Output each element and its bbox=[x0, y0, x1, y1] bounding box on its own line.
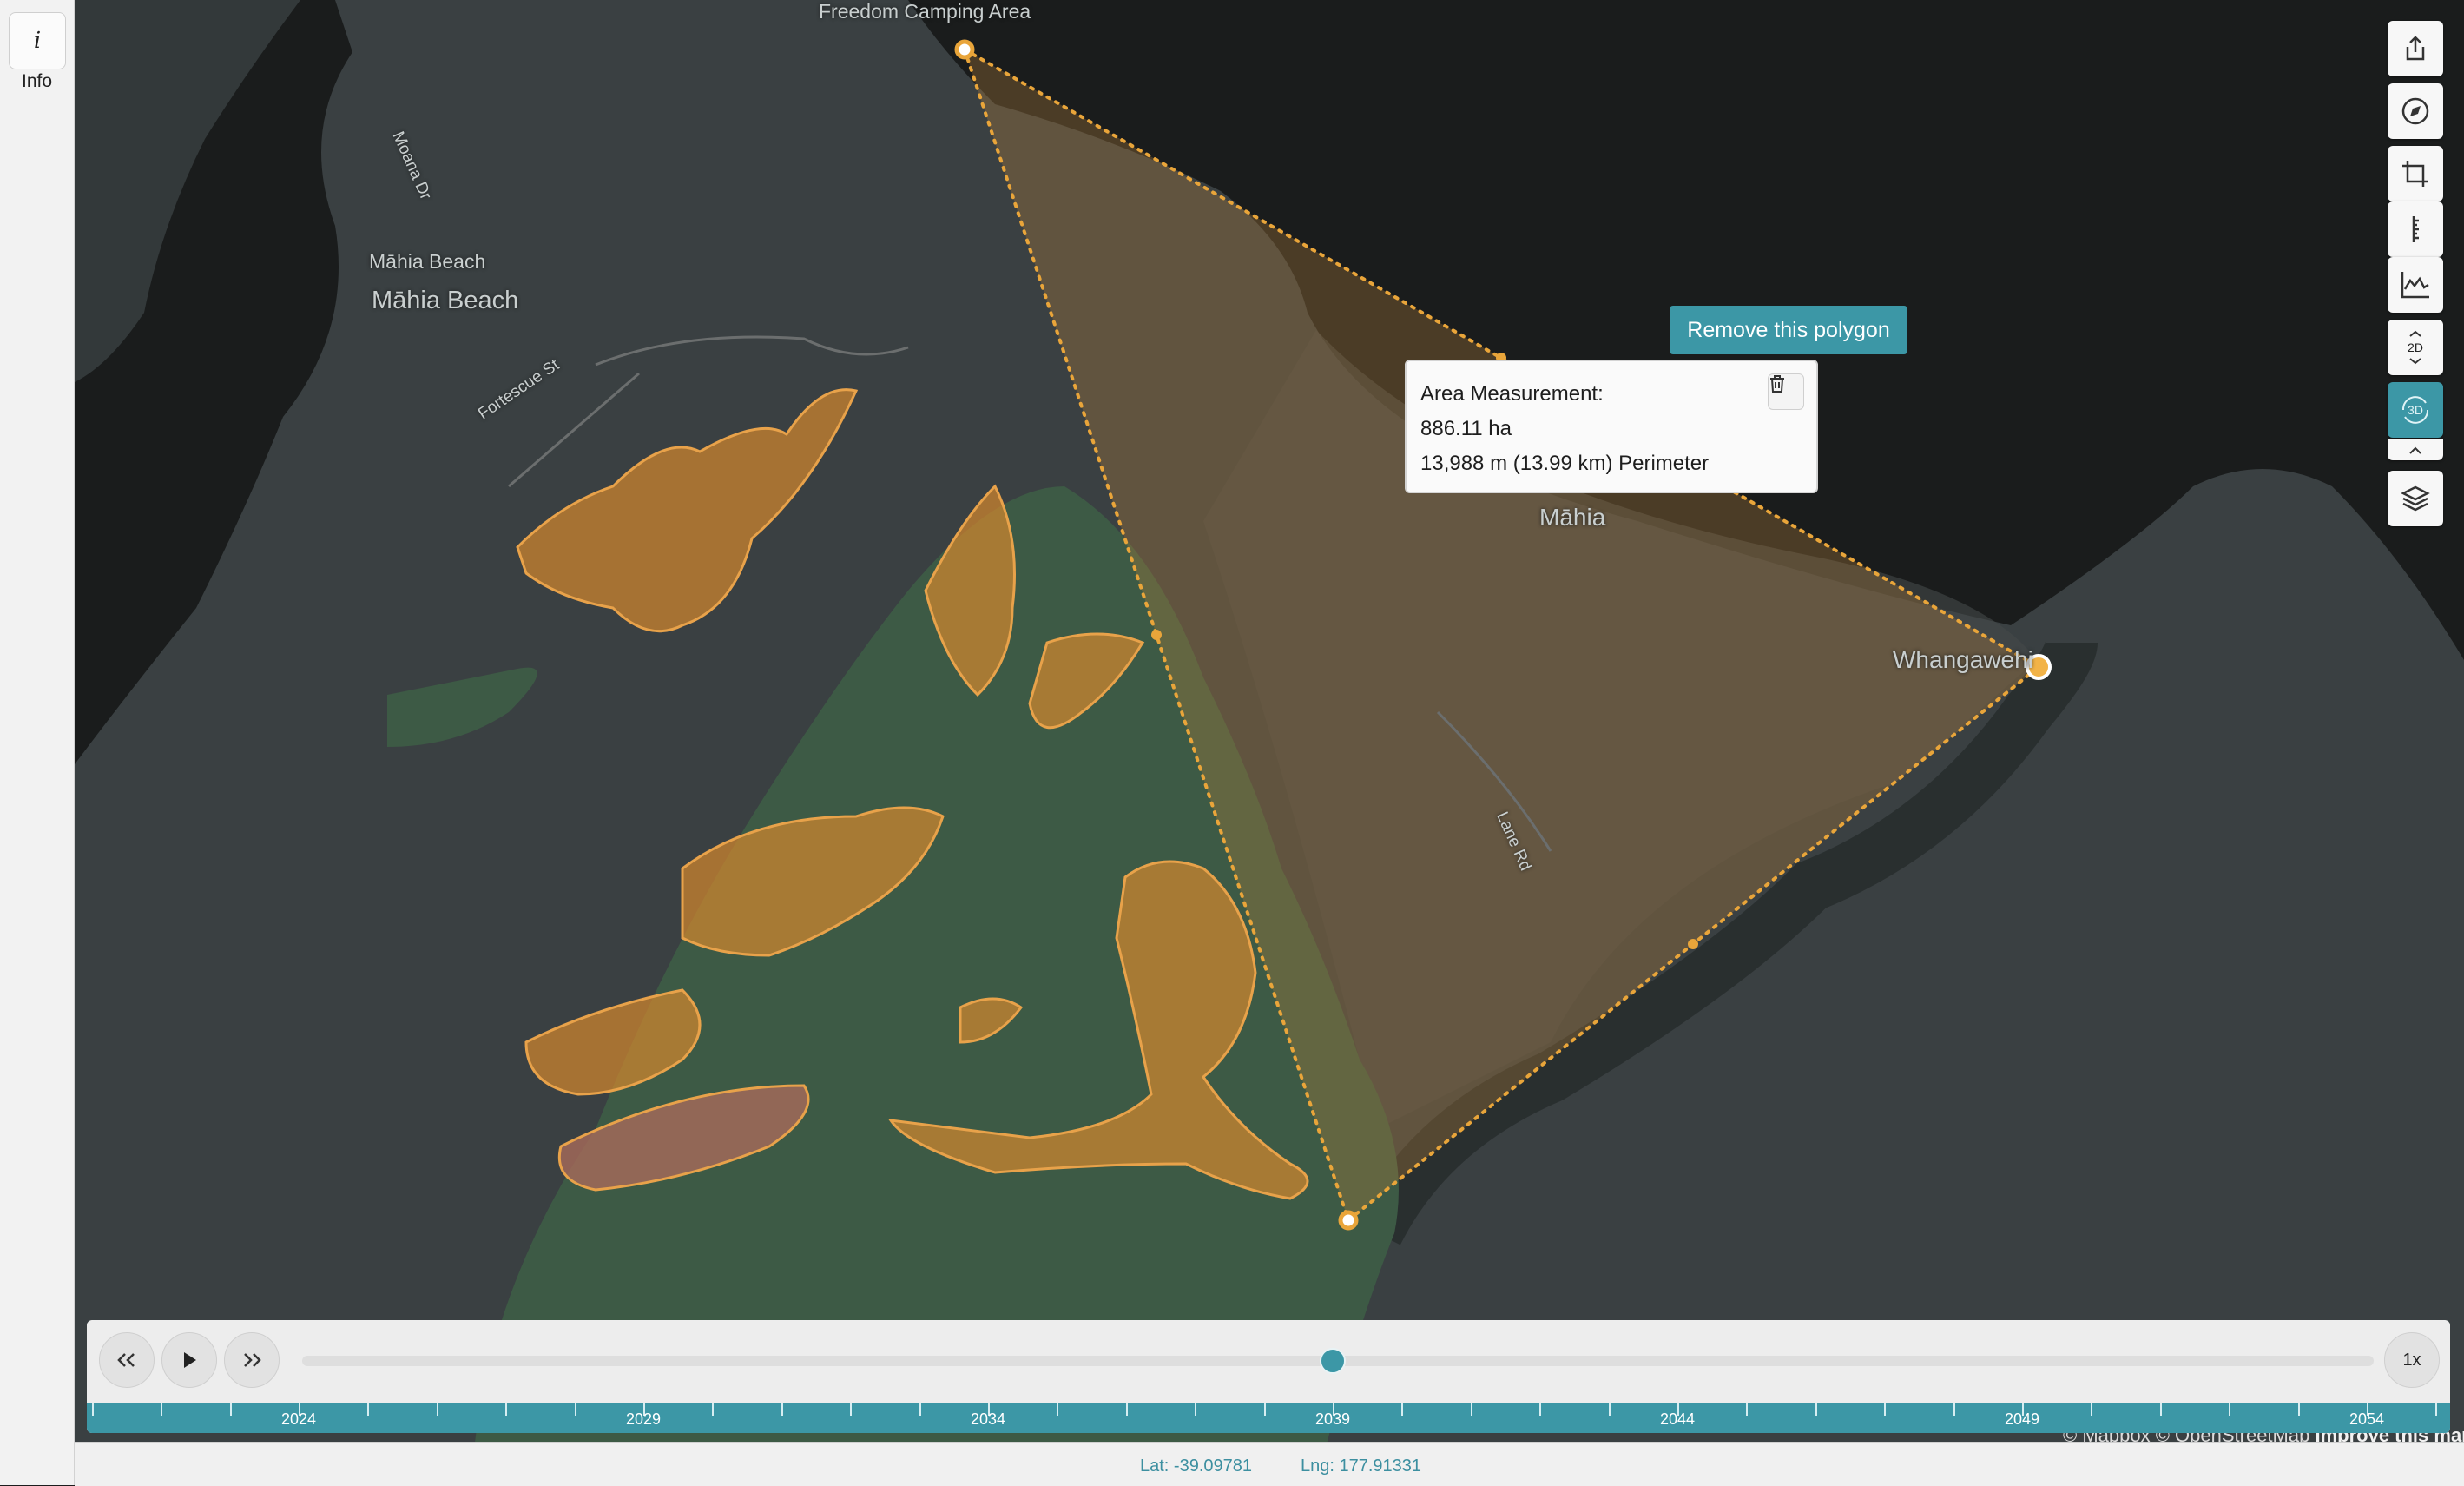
playback-speed-button[interactable]: 1x bbox=[2384, 1332, 2440, 1388]
polygon-midpoint bbox=[1688, 939, 1698, 949]
timeline-tick bbox=[1057, 1403, 1059, 1416]
label-whangawehi: Whangawehi bbox=[1893, 646, 2033, 673]
timeline-tick bbox=[436, 1403, 438, 1416]
timeline-year-label: 2034 bbox=[970, 1410, 1006, 1428]
chevron-up-icon bbox=[2409, 446, 2421, 454]
info-button[interactable]: i bbox=[9, 12, 66, 69]
collapse-toolbar-button[interactable] bbox=[2388, 439, 2443, 460]
popup-title: Area Measurement: bbox=[1420, 382, 1604, 406]
timeline-year-label: 2049 bbox=[2004, 1410, 2040, 1428]
timeline-tick bbox=[505, 1403, 508, 1416]
ruler-icon bbox=[2412, 216, 2419, 242]
crop-icon bbox=[2402, 161, 2428, 187]
ruler-button[interactable] bbox=[2388, 201, 2443, 257]
perimeter-value: 13,988 m (13.99 km) Perimeter bbox=[1420, 452, 1710, 475]
polygon-vertex bbox=[954, 39, 975, 60]
status-bar: Lat: -39.09781 Lng: 177.91331 bbox=[75, 1442, 2464, 1486]
timeline-tick bbox=[1195, 1403, 1197, 1416]
timeline-axis: 2024 2029 2034 2039 2044 2049 2054 bbox=[87, 1403, 2450, 1433]
timeline-tick bbox=[1953, 1403, 1955, 1416]
delete-measurement-button[interactable] bbox=[1768, 373, 1804, 410]
info-label: Info bbox=[21, 71, 53, 91]
3d-toggle-icon: 3D bbox=[2401, 396, 2429, 424]
2d-toggle-button[interactable]: 2D bbox=[2388, 320, 2443, 375]
2d-label: 2D bbox=[2408, 340, 2423, 354]
timeline-year-label: 2054 bbox=[2349, 1410, 2385, 1428]
timeline-year-label: 2039 bbox=[1314, 1410, 1351, 1428]
timeline-tick bbox=[1401, 1403, 1404, 1416]
timeline-tick bbox=[712, 1403, 715, 1416]
fast-forward-icon bbox=[244, 1353, 261, 1367]
play-icon bbox=[184, 1352, 196, 1368]
timeline-tick bbox=[2091, 1403, 2093, 1416]
previous-button[interactable] bbox=[99, 1332, 155, 1388]
timeline-tick bbox=[2229, 1403, 2231, 1416]
area-measurement-popup: Area Measurement: 886.11 ha 13,988 m (13… bbox=[1405, 360, 1818, 493]
timeline-tick bbox=[1470, 1403, 1472, 1416]
elevation-profile-button[interactable] bbox=[2388, 257, 2443, 313]
label-freedom-camping: Freedom Camping Area bbox=[819, 0, 1031, 23]
map-canvas[interactable]: Freedom Camping Area Moana Dr Māhia Beac… bbox=[75, 0, 2464, 1450]
2d-toggle-icon: 2D bbox=[2408, 330, 2423, 365]
trash-icon bbox=[1770, 375, 1784, 393]
play-button[interactable] bbox=[161, 1332, 217, 1388]
area-value: 886.11 ha bbox=[1420, 417, 1512, 440]
label-mahia-beach: Māhia Beach bbox=[372, 287, 519, 314]
label-mahia-beach-small: Māhia Beach bbox=[369, 250, 486, 273]
timeline-tick bbox=[1815, 1403, 1817, 1416]
timeline-tick bbox=[161, 1403, 163, 1416]
timeline-tick bbox=[1125, 1403, 1128, 1416]
layers-icon bbox=[2401, 485, 2430, 512]
next-button[interactable] bbox=[224, 1332, 280, 1388]
3d-toggle-button[interactable]: 3D bbox=[2388, 382, 2443, 438]
timeline-tick bbox=[1608, 1403, 1611, 1416]
map-graphics bbox=[75, 0, 2464, 1450]
share-icon bbox=[2406, 36, 2425, 61]
polygon-vertex bbox=[1338, 1210, 1359, 1231]
polygon-midpoint bbox=[1151, 630, 1162, 640]
compass-icon bbox=[2401, 97, 2429, 125]
timeline-tick bbox=[91, 1403, 94, 1416]
rewind-icon bbox=[117, 1353, 135, 1367]
timeline-tick bbox=[574, 1403, 576, 1416]
info-icon: i bbox=[33, 28, 42, 54]
timeline-tick bbox=[1746, 1403, 1749, 1416]
timeline-tick bbox=[2435, 1403, 2438, 1416]
timeline-tick bbox=[1539, 1403, 1542, 1416]
timeline-tick bbox=[850, 1403, 853, 1416]
label-mahia: Māhia bbox=[1539, 504, 1606, 531]
timeline-tick bbox=[919, 1403, 921, 1416]
timeline-tick bbox=[367, 1403, 370, 1416]
left-panel: i Info bbox=[0, 0, 75, 1485]
elevation-profile-icon bbox=[2401, 272, 2429, 299]
compass-button[interactable] bbox=[2388, 83, 2443, 139]
share-button[interactable] bbox=[2388, 21, 2443, 76]
timeline-tick bbox=[781, 1403, 783, 1416]
timeline-year-label: 2029 bbox=[625, 1410, 662, 1428]
3d-label: 3D bbox=[2408, 403, 2423, 417]
crop-button[interactable] bbox=[2388, 146, 2443, 201]
timeline-panel: 1x 2024 2029 2034 2039 2044 2049 2054 bbox=[87, 1320, 2450, 1433]
timeline-thumb[interactable] bbox=[1320, 1348, 1346, 1374]
timeline-tick bbox=[2297, 1403, 2300, 1416]
timeline-year-label: 2024 bbox=[280, 1410, 317, 1428]
latitude-readout: Lat: -39.09781 bbox=[1140, 1456, 1252, 1476]
remove-polygon-button[interactable]: Remove this polygon bbox=[1670, 306, 1907, 354]
timeline-tick bbox=[2159, 1403, 2162, 1416]
layers-button[interactable] bbox=[2388, 471, 2443, 526]
land-west bbox=[75, 0, 300, 382]
timeline-tick bbox=[1884, 1403, 1887, 1416]
longitude-readout: Lng: 177.91331 bbox=[1301, 1456, 1422, 1476]
timeline-tick bbox=[1263, 1403, 1266, 1416]
timeline-year-label: 2044 bbox=[1659, 1410, 1696, 1428]
timeline-tick bbox=[229, 1403, 232, 1416]
